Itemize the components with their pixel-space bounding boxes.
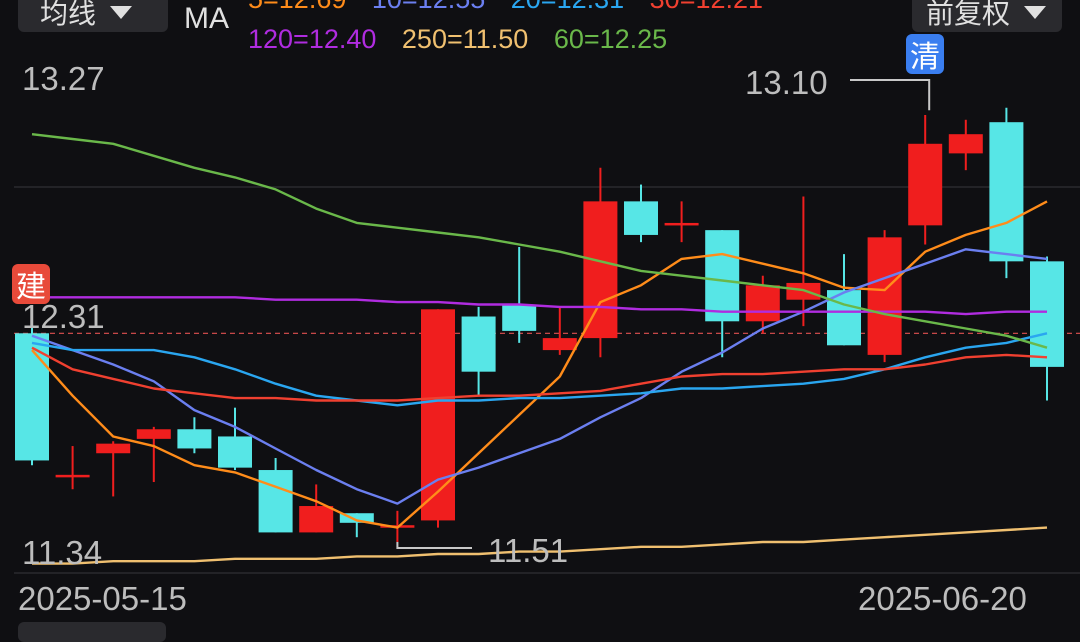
candle	[136, 426, 171, 483]
high-leader-line	[850, 79, 931, 111]
candle-body	[867, 237, 902, 355]
candle	[542, 306, 577, 355]
candle	[705, 230, 740, 358]
low-price-label: 11.51	[488, 532, 569, 569]
candle	[461, 306, 496, 396]
candle-body	[664, 222, 699, 226]
candle	[15, 326, 49, 466]
x-label-start: 2025-05-15	[18, 580, 187, 617]
candle-body	[177, 429, 212, 449]
candle-body	[989, 122, 1024, 262]
low-leader-line	[396, 542, 472, 549]
candle	[867, 230, 902, 363]
candle-body	[421, 309, 455, 521]
candle	[339, 513, 374, 538]
y-label-bottom: 11.34	[22, 534, 103, 571]
candle-body	[583, 201, 618, 339]
candle-body	[218, 436, 252, 468]
candle-body	[258, 470, 293, 533]
chart-grid	[14, 186, 1080, 574]
candle	[55, 446, 90, 490]
candle	[908, 114, 943, 245]
candle	[258, 458, 293, 533]
high-price-label: 13.10	[745, 64, 828, 101]
candle-body	[705, 230, 740, 322]
candle	[502, 246, 537, 343]
candle	[177, 417, 212, 454]
candle-body	[948, 134, 983, 154]
candle-body	[55, 474, 90, 478]
x-label-end: 2025-06-20	[858, 580, 1027, 617]
candle-body	[461, 316, 496, 372]
candle	[948, 119, 983, 171]
candle	[664, 201, 699, 243]
candle	[421, 309, 455, 528]
candle	[1030, 256, 1064, 401]
candle	[96, 441, 131, 497]
candle-body	[15, 333, 49, 461]
candle	[299, 484, 334, 533]
candle-body	[624, 201, 658, 235]
candle-body	[542, 338, 577, 351]
buy-tag[interactable]: 建	[12, 264, 50, 304]
candle-body	[908, 143, 943, 226]
candles-layer	[15, 107, 1064, 543]
candle-body	[96, 443, 131, 454]
candle-body	[299, 506, 334, 533]
y-label-top: 13.27	[22, 60, 105, 97]
candle-body	[502, 304, 537, 331]
candle-body	[1030, 261, 1064, 367]
candle-body	[745, 285, 780, 322]
clear-tag[interactable]: 清	[906, 34, 944, 74]
candle-body	[136, 429, 171, 439]
candle	[624, 184, 658, 243]
bottom-bar	[18, 622, 166, 642]
candle	[218, 407, 252, 471]
